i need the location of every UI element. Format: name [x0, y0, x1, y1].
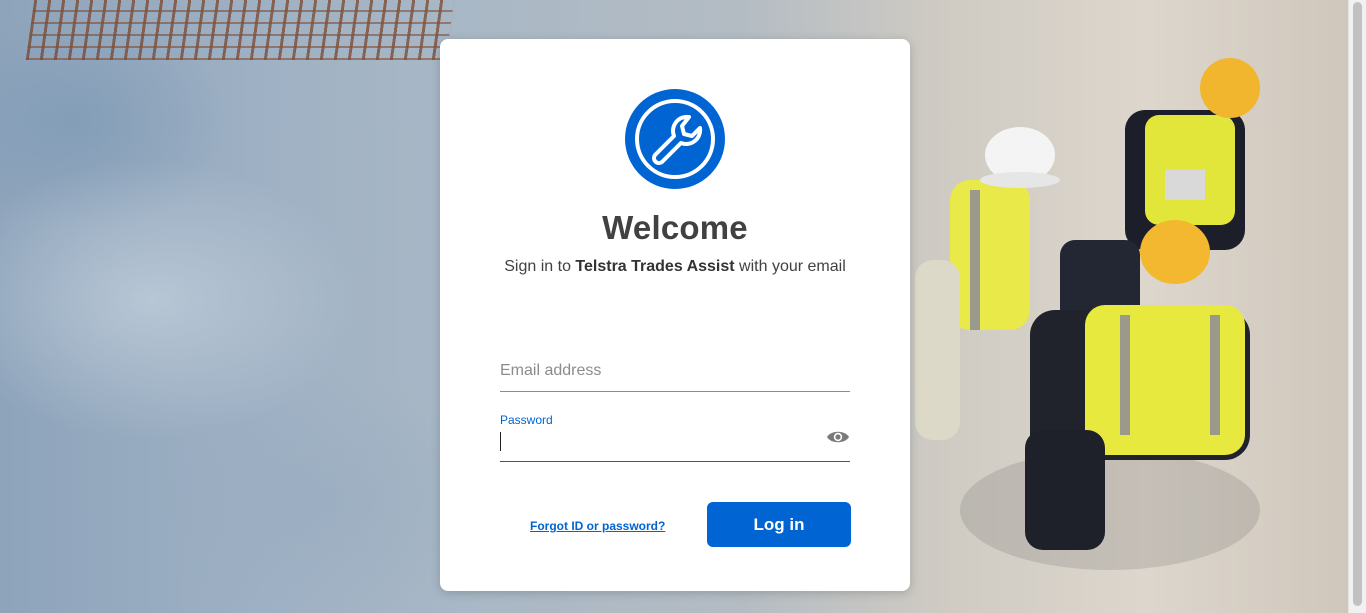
construction-workers-image [915, 58, 1260, 570]
sign-in-subtitle: Sign in to Telstra Trades Assist with yo… [440, 258, 910, 276]
wrench-icon [625, 89, 725, 189]
forgot-password-link[interactable]: Forgot ID or password? [530, 519, 665, 533]
password-input[interactable] [500, 431, 810, 453]
scrollbar-thumb[interactable] [1353, 2, 1362, 606]
rebar-decoration [25, 0, 455, 60]
email-field [500, 351, 850, 392]
app-name: Telstra Trades Assist [575, 258, 735, 275]
login-button[interactable]: Log in [707, 502, 851, 547]
text-caret [500, 432, 501, 451]
vertical-scrollbar[interactable] [1348, 0, 1366, 613]
subtitle-suffix: with your email [734, 258, 846, 275]
login-card: Welcome Sign in to Telstra Trades Assist… [440, 39, 910, 591]
email-input[interactable] [500, 359, 840, 383]
password-label: Password [500, 413, 553, 427]
password-field: Password [500, 411, 850, 462]
login-page: Welcome Sign in to Telstra Trades Assist… [0, 0, 1366, 613]
eye-icon[interactable] [826, 429, 850, 445]
welcome-heading: Welcome [602, 209, 748, 246]
subtitle-prefix: Sign in to [504, 258, 576, 275]
